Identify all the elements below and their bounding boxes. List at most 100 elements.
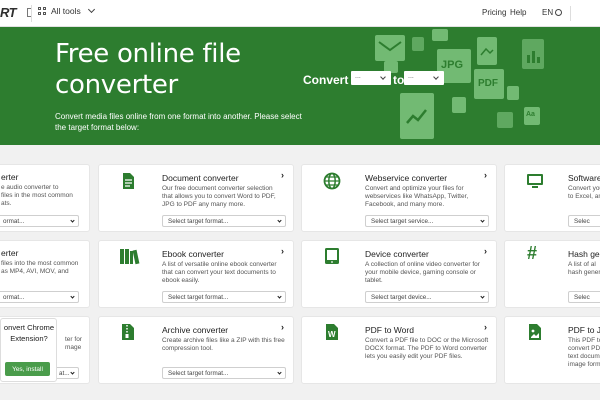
to-format-value: ... [408, 73, 414, 80]
webservice-converter-card[interactable]: Webservice converter › Convert and optim… [301, 164, 497, 232]
chevron-down-icon [433, 74, 439, 80]
select-value: Select target service... [371, 218, 434, 225]
software-converter-card[interactable]: Software Convert you to Excel, an Selec [504, 164, 600, 232]
card-title: Archive converter [162, 325, 229, 335]
chevron-down-icon [480, 294, 485, 299]
small-file-icon [452, 97, 466, 113]
popup-message: onvert Chrome Extension? [1, 322, 57, 344]
pdf-to-word-card[interactable]: W PDF to Word › Convert a PDF file to DO… [301, 316, 497, 384]
target-device-select[interactable]: Select target device... [365, 291, 489, 303]
jpg-label: JPG [441, 59, 464, 71]
target-format-select[interactable]: Select target format... [162, 291, 286, 303]
target-format-select[interactable]: Selec [568, 291, 600, 303]
card-title: Webservice converter [365, 173, 448, 183]
chevron-right-icon: › [281, 170, 284, 180]
hero-description: Convert media files online from one form… [55, 112, 302, 132]
hash-icon: # [527, 243, 538, 263]
graph-file-icon [400, 93, 434, 139]
video-converter-card[interactable]: erter files into the most common as MP4,… [0, 240, 90, 308]
target-format-select[interactable]: Select target format... [162, 367, 286, 379]
document-icon [123, 173, 134, 189]
card-desc-line: files in the most common [1, 192, 73, 199]
help-link[interactable]: Help [510, 8, 526, 17]
audio-converter-card[interactable]: erter e audio converter to files in the … [0, 164, 90, 232]
language-selector[interactable]: EN [542, 8, 563, 17]
card-desc-line: tablet. [365, 277, 383, 284]
small-file-icon [412, 37, 424, 51]
chevron-right-icon: › [484, 246, 487, 256]
grid-icon [38, 7, 46, 15]
card-desc-line: lets you easily edit your PDF files. [365, 353, 463, 360]
target-format-select[interactable]: Select target format... [162, 215, 286, 227]
all-tools-menu[interactable]: All tools [38, 5, 95, 16]
card-desc-line: Facebook, and many more. [365, 201, 445, 208]
ebook-converter-card[interactable]: Ebook converter › A list of versatile on… [98, 240, 294, 308]
card-title: Device converter [365, 249, 429, 259]
card-title: Hash gen [568, 249, 600, 259]
pricing-link[interactable]: Pricing [482, 8, 506, 17]
nav-divider [31, 5, 32, 22]
image-file-icon [477, 37, 497, 65]
chevron-right-icon: › [484, 322, 487, 332]
from-format-value: ... [355, 73, 361, 80]
target-service-select[interactable]: Select target service... [365, 215, 489, 227]
card-title: Software [568, 173, 600, 183]
to-label: to [393, 73, 405, 87]
chevron-down-icon [70, 218, 75, 223]
chevron-right-icon: › [484, 170, 487, 180]
chevron-down-icon [70, 370, 75, 375]
chevron-right-icon: › [281, 246, 284, 256]
globe-icon [323, 172, 341, 190]
pdf-to-jpg-card[interactable]: PDF to JP This PDF to convert PD text do… [504, 316, 600, 384]
device-converter-card[interactable]: Device converter › A collection of onlin… [301, 240, 497, 308]
chevron-down-icon [87, 5, 95, 14]
card-desc-line: compression tool. [162, 345, 213, 352]
word-file-icon: W [326, 324, 338, 340]
card-title: erter [1, 172, 19, 182]
card-desc-line: ebook easily. [162, 277, 200, 284]
chrome-extension-popup: onvert Chrome Extension? Yes, install [0, 318, 57, 382]
card-title: Document converter [162, 173, 239, 183]
card-desc-line: hash gener [568, 269, 600, 276]
image-file-icon [529, 324, 541, 340]
target-format-select[interactable]: Selec [568, 215, 600, 227]
select-value: ormat... [3, 218, 25, 225]
card-title: erter [1, 248, 19, 258]
card-desc-line: as MP4, AVI, MOV, and [1, 268, 69, 275]
language-label: EN [542, 8, 554, 17]
monitor-icon [527, 174, 543, 188]
card-desc-line: mage [65, 344, 82, 351]
card-desc-line: ats. [1, 200, 12, 207]
tablet-icon [325, 248, 339, 264]
card-title: Ebook converter [162, 249, 224, 259]
card-title: PDF to Word [365, 325, 414, 335]
chevron-right-icon: › [281, 322, 284, 332]
install-extension-button[interactable]: Yes, install [5, 362, 50, 376]
to-format-select[interactable]: ... [404, 71, 444, 85]
popup-line-2: Extension? [10, 334, 48, 343]
globe-icon [555, 9, 563, 16]
archive-converter-card[interactable]: Archive converter › Create archive files… [98, 316, 294, 384]
target-format-select[interactable]: ormat... [0, 291, 79, 303]
chevron-down-icon [380, 74, 386, 80]
card-desc-line: image form [568, 361, 600, 368]
from-format-select[interactable]: ... [351, 71, 391, 85]
select-value: Select target format... [168, 294, 229, 301]
chevron-down-icon [70, 294, 75, 299]
hash-generator-card[interactable]: # Hash gen A list of al hash gener Selec [504, 240, 600, 308]
svg-text:W: W [328, 330, 336, 339]
hero-title: Free online file converter [55, 39, 241, 101]
convert-label: Convert [303, 73, 349, 87]
top-navbar: RT All tools Pricing Help EN [0, 0, 600, 27]
logo[interactable]: RT [0, 5, 17, 20]
small-file-icon [497, 112, 513, 128]
document-converter-card[interactable]: Document converter › Our free document c… [98, 164, 294, 232]
card-desc-line: JPG to PDF any many more. [162, 201, 246, 208]
select-value: ormat... [3, 294, 25, 301]
small-file-icon [507, 86, 519, 100]
target-format-select[interactable]: ormat... [0, 215, 79, 227]
select-value: Select target device... [371, 294, 432, 301]
chart-file-icon [522, 39, 544, 69]
pdf-label: PDF [478, 78, 498, 89]
chevron-down-icon [480, 218, 485, 223]
